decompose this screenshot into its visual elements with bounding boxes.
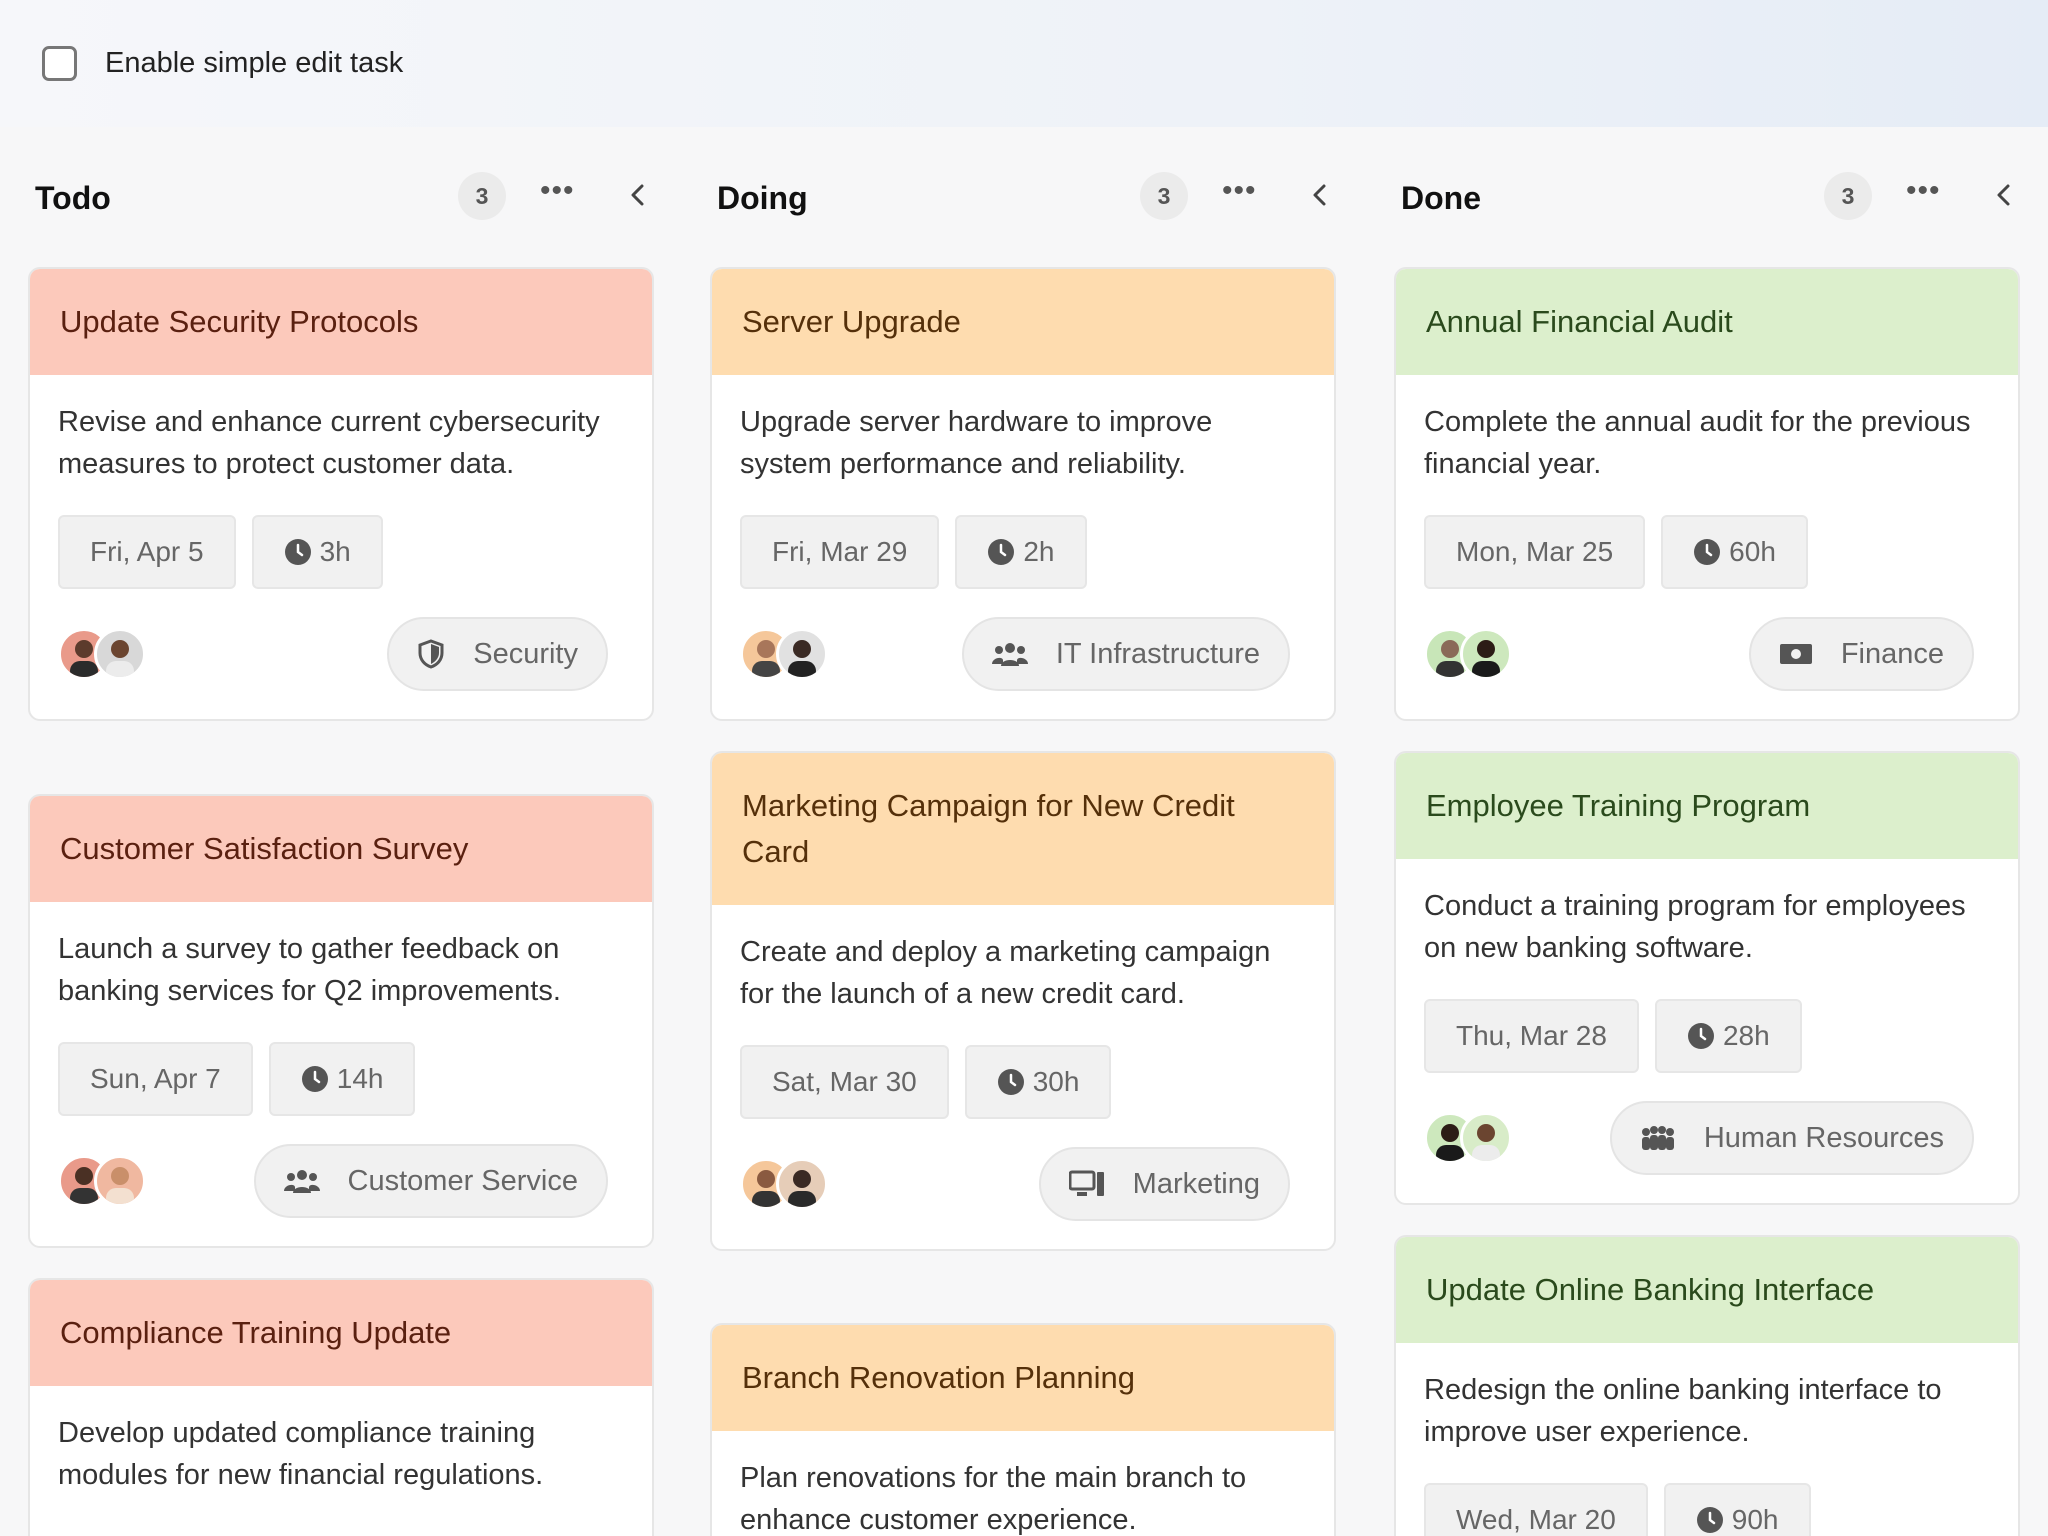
task-card[interactable]: Branch Renovation Planning Plan renovati… bbox=[710, 1323, 1336, 1536]
category-tag[interactable]: Customer Service bbox=[253, 1144, 608, 1218]
category-tag[interactable]: Security bbox=[387, 617, 608, 691]
card-title: Update Security Protocols bbox=[30, 269, 652, 375]
card-title: Update Online Banking Interface bbox=[1396, 1237, 2018, 1343]
avatar bbox=[776, 628, 828, 680]
due-date-chip: Wed, Mar 20 bbox=[1424, 1483, 1648, 1536]
avatar bbox=[94, 628, 146, 680]
category-tag[interactable]: Human Resources bbox=[1609, 1101, 1974, 1175]
simple-edit-label: Enable simple edit task bbox=[105, 47, 404, 79]
clock-icon bbox=[284, 539, 311, 565]
card-description: Revise and enhance current cybersecurity… bbox=[58, 406, 600, 480]
topbar: Enable simple edit task bbox=[0, 0, 2048, 127]
assignee-avatars[interactable] bbox=[58, 1155, 146, 1207]
column-count-badge: 3 bbox=[1824, 172, 1872, 220]
avatar bbox=[1460, 628, 1512, 680]
clock-icon bbox=[1696, 1507, 1723, 1533]
avatar bbox=[94, 1155, 146, 1207]
more-options-icon[interactable]: ••• bbox=[540, 176, 575, 206]
category-tag[interactable]: Marketing bbox=[1038, 1147, 1290, 1221]
more-options-icon[interactable]: ••• bbox=[1906, 176, 1941, 206]
card-description: Upgrade server hardware to improve syste… bbox=[740, 406, 1213, 480]
category-tag[interactable]: IT Infrastructure bbox=[961, 617, 1290, 691]
card-title: Marketing Campaign for New Credit Card bbox=[712, 753, 1334, 905]
task-card[interactable]: Update Online Banking Interface Redesign… bbox=[1394, 1235, 2020, 1536]
avatar bbox=[776, 1158, 828, 1210]
column-todo: Todo 3 ••• Update Security Protocols Rev… bbox=[28, 127, 654, 1536]
task-card[interactable]: Marketing Campaign for New Credit Card C… bbox=[710, 751, 1336, 1251]
column-title: Doing bbox=[717, 180, 808, 216]
shield-icon bbox=[418, 639, 444, 669]
chevron-left-icon[interactable] bbox=[618, 175, 658, 215]
card-title: Annual Financial Audit bbox=[1396, 269, 2018, 375]
kanban-board: Todo 3 ••• Update Security Protocols Rev… bbox=[0, 127, 2048, 1536]
card-description: Redesign the online banking interface to… bbox=[1424, 1374, 1942, 1448]
clock-icon bbox=[1687, 1023, 1714, 1049]
people-icon bbox=[1641, 1126, 1674, 1150]
simple-edit-checkbox[interactable] bbox=[42, 46, 77, 81]
column-title: Todo bbox=[35, 180, 111, 216]
task-card[interactable]: Server Upgrade Upgrade server hardware t… bbox=[710, 267, 1336, 721]
hours-chip: 28h bbox=[1654, 999, 1802, 1073]
clock-icon bbox=[997, 1069, 1024, 1095]
due-date-chip: Thu, Mar 28 bbox=[1424, 999, 1639, 1073]
hours-chip: 14h bbox=[268, 1042, 416, 1116]
card-title: Branch Renovation Planning bbox=[712, 1325, 1334, 1431]
assignee-avatars[interactable] bbox=[740, 1158, 828, 1210]
task-card[interactable]: Employee Training Program Conduct a trai… bbox=[1394, 751, 2020, 1205]
card-description: Complete the annual audit for the previo… bbox=[1424, 406, 1971, 480]
hours-chip: 60h bbox=[1661, 515, 1808, 589]
assignee-avatars[interactable] bbox=[1424, 628, 1512, 680]
more-options-icon[interactable]: ••• bbox=[1222, 176, 1257, 206]
due-date-chip: Sat, Mar 30 bbox=[740, 1045, 949, 1119]
card-description: Create and deploy a marketing campaign f… bbox=[740, 936, 1271, 1010]
card-title: Employee Training Program bbox=[1396, 753, 2018, 859]
money-icon bbox=[1779, 644, 1812, 664]
task-card[interactable]: Customer Satisfaction Survey Launch a su… bbox=[28, 794, 654, 1248]
hours-chip: 30h bbox=[964, 1045, 1112, 1119]
users-icon bbox=[283, 1170, 320, 1193]
card-title: Customer Satisfaction Survey bbox=[30, 796, 652, 902]
column-count-badge: 3 bbox=[1140, 172, 1188, 220]
clock-icon bbox=[988, 539, 1015, 565]
task-card[interactable]: Update Security Protocols Revise and enh… bbox=[28, 267, 654, 721]
assignee-avatars[interactable] bbox=[58, 628, 146, 680]
due-date-chip: Sun, Apr 7 bbox=[58, 1042, 253, 1116]
column-doing: Doing 3 ••• Server Upgrade Upgrade serve… bbox=[710, 127, 1336, 1536]
card-description: Launch a survey to gather feedback on ba… bbox=[58, 933, 561, 1007]
column-header: Done 3 ••• bbox=[1394, 127, 2020, 267]
card-description: Plan renovations for the main branch to … bbox=[740, 1462, 1247, 1536]
column-header: Todo 3 ••• bbox=[28, 127, 654, 267]
card-title: Compliance Training Update bbox=[30, 1280, 652, 1386]
due-date-chip: Fri, Mar 29 bbox=[740, 515, 940, 589]
task-card[interactable]: Annual Financial Audit Complete the annu… bbox=[1394, 267, 2020, 721]
card-description: Conduct a training program for employees… bbox=[1424, 890, 1966, 964]
task-card[interactable]: Compliance Training Update Develop updat… bbox=[28, 1278, 654, 1536]
chevron-left-icon[interactable] bbox=[1300, 175, 1340, 215]
card-description: Develop updated compliance training modu… bbox=[58, 1417, 544, 1491]
clock-icon bbox=[1694, 539, 1721, 565]
assignee-avatars[interactable] bbox=[740, 628, 828, 680]
users-icon bbox=[991, 643, 1028, 666]
card-title: Server Upgrade bbox=[712, 269, 1334, 375]
column-header: Doing 3 ••• bbox=[710, 127, 1336, 267]
chevron-left-icon[interactable] bbox=[1984, 175, 2024, 215]
due-date-chip: Fri, Apr 5 bbox=[58, 515, 236, 589]
hours-chip: 2h bbox=[955, 515, 1087, 589]
hours-chip: 3h bbox=[251, 515, 383, 589]
clock-icon bbox=[301, 1066, 328, 1092]
hours-chip: 90h bbox=[1663, 1483, 1811, 1536]
desktop-icon bbox=[1068, 1170, 1104, 1196]
column-done: Done 3 ••• Annual Financial Audit Comple… bbox=[1394, 127, 2020, 1536]
assignee-avatars[interactable] bbox=[1424, 1112, 1512, 1164]
column-title: Done bbox=[1401, 180, 1481, 216]
category-tag[interactable]: Finance bbox=[1748, 617, 1974, 691]
avatar bbox=[1460, 1112, 1512, 1164]
column-count-badge: 3 bbox=[458, 172, 506, 220]
due-date-chip: Mon, Mar 25 bbox=[1424, 515, 1646, 589]
